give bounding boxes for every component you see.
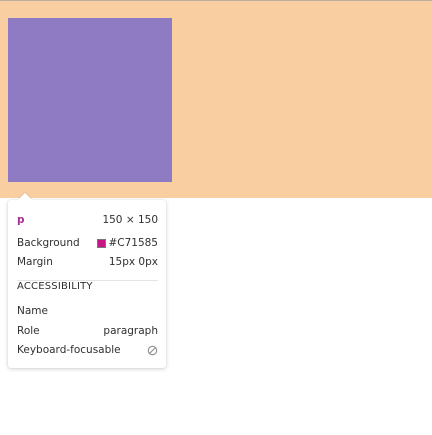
style-value: 15px 0px (108, 256, 158, 268)
style-row-background: Background #C71585 (17, 237, 158, 249)
style-value-background: #C71585 (97, 237, 158, 249)
style-row-margin: Margin 15px 0px (17, 256, 158, 268)
a11y-role-value: paragraph (103, 325, 158, 337)
a11y-name-label: Name (17, 305, 48, 317)
style-label: Margin (17, 256, 53, 268)
a11y-row-role: Role paragraph (17, 325, 158, 337)
content-highlight-overlay (8, 18, 172, 182)
inspect-tooltip: p 150 × 150 Background #C71585 Margin 15… (8, 192, 166, 368)
not-focusable-icon (147, 345, 158, 356)
a11y-focusable-label: Keyboard-focusable (17, 344, 121, 356)
a11y-row-focusable: Keyboard-focusable (17, 344, 158, 356)
accessibility-section-title: ACCESSIBILITY (17, 281, 93, 292)
element-dimensions: 150 × 150 (102, 214, 158, 226)
a11y-row-name: Name (17, 305, 158, 317)
a11y-role-label: Role (17, 325, 40, 337)
element-row: p 150 × 150 (17, 214, 158, 226)
style-label: Background (17, 237, 80, 249)
color-swatch (97, 238, 107, 248)
page: p 150 × 150 Background #C71585 Margin 15… (0, 0, 432, 435)
style-value: #C71585 (108, 237, 158, 249)
element-tag: p (17, 214, 25, 226)
